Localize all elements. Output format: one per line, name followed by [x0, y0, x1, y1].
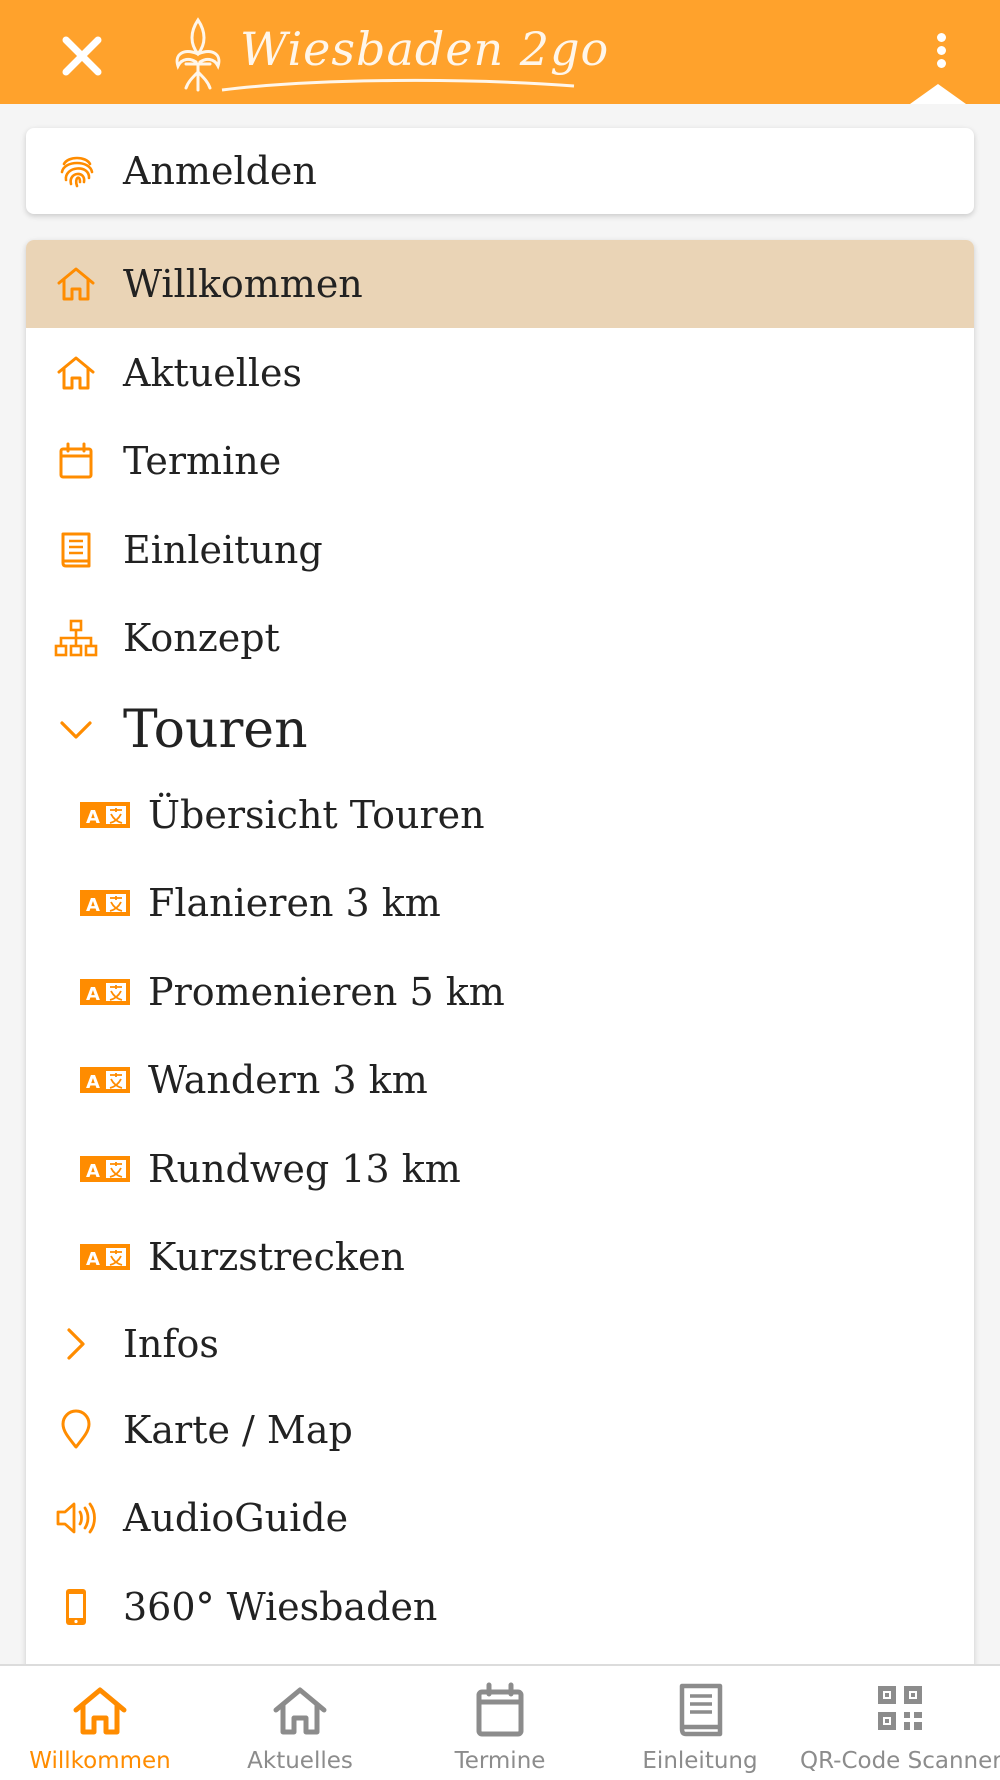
bottom-tab-bar: Willkommen Aktuelles Termine Einleitung	[0, 1664, 1000, 1780]
tab-label: Einleitung	[642, 1748, 758, 1774]
translate-icon: A	[80, 1156, 130, 1182]
menu-subitem-flanieren[interactable]: A Flanieren 3 km	[26, 859, 974, 947]
menu-item-willkommen[interactable]: Willkommen	[26, 240, 974, 328]
chevron-down-icon	[60, 721, 92, 739]
tab-einleitung[interactable]: Einleitung	[600, 1666, 800, 1780]
menu-item-einleitung[interactable]: Einleitung	[26, 506, 974, 594]
app-header: Wiesbaden 2go	[0, 0, 1000, 104]
menu-subitem-label: Kurzstrecken	[148, 1235, 405, 1279]
home-icon	[73, 1687, 127, 1735]
menu-subitem-label: Rundweg 13 km	[148, 1147, 461, 1191]
speaker-icon	[56, 1502, 96, 1534]
menu-group-label: Infos	[123, 1322, 219, 1366]
menu-item-termine[interactable]: Termine	[26, 417, 974, 505]
tab-label: QR-Code Scanner	[800, 1748, 1000, 1774]
login-button[interactable]: Anmelden	[26, 128, 974, 214]
phone-icon	[66, 1589, 86, 1625]
svg-text:A: A	[86, 1249, 100, 1270]
menu-group-infos[interactable]: Infos	[26, 1300, 974, 1388]
svg-text:A: A	[86, 1072, 100, 1093]
login-label: Anmelden	[123, 149, 317, 193]
menu-item-label: Aktuelles	[123, 351, 302, 395]
menu-subitem-label: Übersicht Touren	[148, 793, 485, 837]
book-icon	[61, 532, 91, 568]
more-menu-button[interactable]	[925, 30, 957, 78]
menu-item-label: Termine	[123, 439, 282, 483]
menu-subitem-label: Flanieren 3 km	[148, 881, 441, 925]
calendar-icon	[59, 442, 93, 479]
tab-label: Termine	[454, 1748, 546, 1774]
chevron-right-icon	[67, 1328, 85, 1360]
svg-text:A: A	[86, 1161, 100, 1182]
menu-subitem-kurzstrecken[interactable]: A Kurzstrecken	[26, 1213, 974, 1301]
app-logo: Wiesbaden 2go	[168, 14, 608, 98]
home-icon	[57, 267, 95, 301]
translate-icon: A	[80, 802, 130, 828]
svg-text:A: A	[86, 895, 100, 916]
tab-label: Willkommen	[29, 1748, 171, 1774]
tab-qr-code-scanner[interactable]: QR-Code Scanner	[800, 1666, 1000, 1780]
menu-item-label: Willkommen	[123, 262, 363, 306]
menu-item-360-wiesbaden[interactable]: 360° Wiesbaden	[26, 1563, 974, 1651]
svg-text:A: A	[86, 984, 100, 1005]
home-icon	[57, 356, 95, 390]
logo-underline	[221, 78, 575, 92]
tab-willkommen[interactable]: Willkommen	[0, 1666, 200, 1780]
menu-group-label: Touren	[123, 700, 308, 760]
close-drawer-button[interactable]	[56, 30, 108, 82]
menu-subitem-wandern[interactable]: A Wandern 3 km	[26, 1036, 974, 1124]
more-vertical-icon	[925, 33, 957, 68]
translate-icon: A	[80, 979, 130, 1005]
home-icon	[273, 1687, 327, 1735]
menu-subitem-label: Promenieren 5 km	[148, 970, 505, 1014]
menu-item-label: Einleitung	[123, 528, 323, 572]
tab-termine[interactable]: Termine	[400, 1666, 600, 1780]
menu-item-audioguide[interactable]: AudioGuide	[26, 1474, 974, 1562]
translate-icon: A	[80, 890, 130, 916]
close-icon	[62, 36, 102, 76]
fingerprint-icon	[60, 156, 94, 188]
dropdown-notch	[910, 84, 966, 104]
drawer-menu: Willkommen Aktuelles Termine Einleitung	[26, 240, 974, 1670]
menu-subitem-promenieren[interactable]: A Promenieren 5 km	[26, 948, 974, 1036]
menu-item-label: Karte / Map	[123, 1408, 353, 1452]
sitemap-icon	[54, 619, 98, 657]
qr-code-icon	[878, 1686, 922, 1730]
menu-item-label: 360° Wiesbaden	[123, 1585, 438, 1629]
menu-group-touren[interactable]: Touren	[26, 686, 974, 774]
tab-label: Aktuelles	[247, 1748, 353, 1774]
tab-aktuelles[interactable]: Aktuelles	[200, 1666, 400, 1780]
menu-item-karte[interactable]: Karte / Map	[26, 1386, 974, 1474]
logo-text: Wiesbaden 2go	[240, 22, 610, 76]
translate-icon: A	[80, 1244, 130, 1270]
menu-item-label: AudioGuide	[123, 1496, 349, 1540]
menu-subitem-label: Wandern 3 km	[148, 1058, 428, 1102]
menu-subitem-rundweg[interactable]: A Rundweg 13 km	[26, 1125, 974, 1213]
book-icon	[679, 1683, 723, 1737]
svg-text:A: A	[86, 807, 100, 828]
menu-subitem-uebersicht-touren[interactable]: A Übersicht Touren	[26, 771, 974, 859]
map-pin-icon	[61, 1409, 91, 1449]
menu-item-konzept[interactable]: Konzept	[26, 594, 974, 682]
menu-item-label: Konzept	[123, 616, 280, 660]
calendar-icon	[476, 1682, 524, 1737]
menu-item-aktuelles[interactable]: Aktuelles	[26, 329, 974, 417]
translate-icon: A	[80, 1067, 130, 1093]
